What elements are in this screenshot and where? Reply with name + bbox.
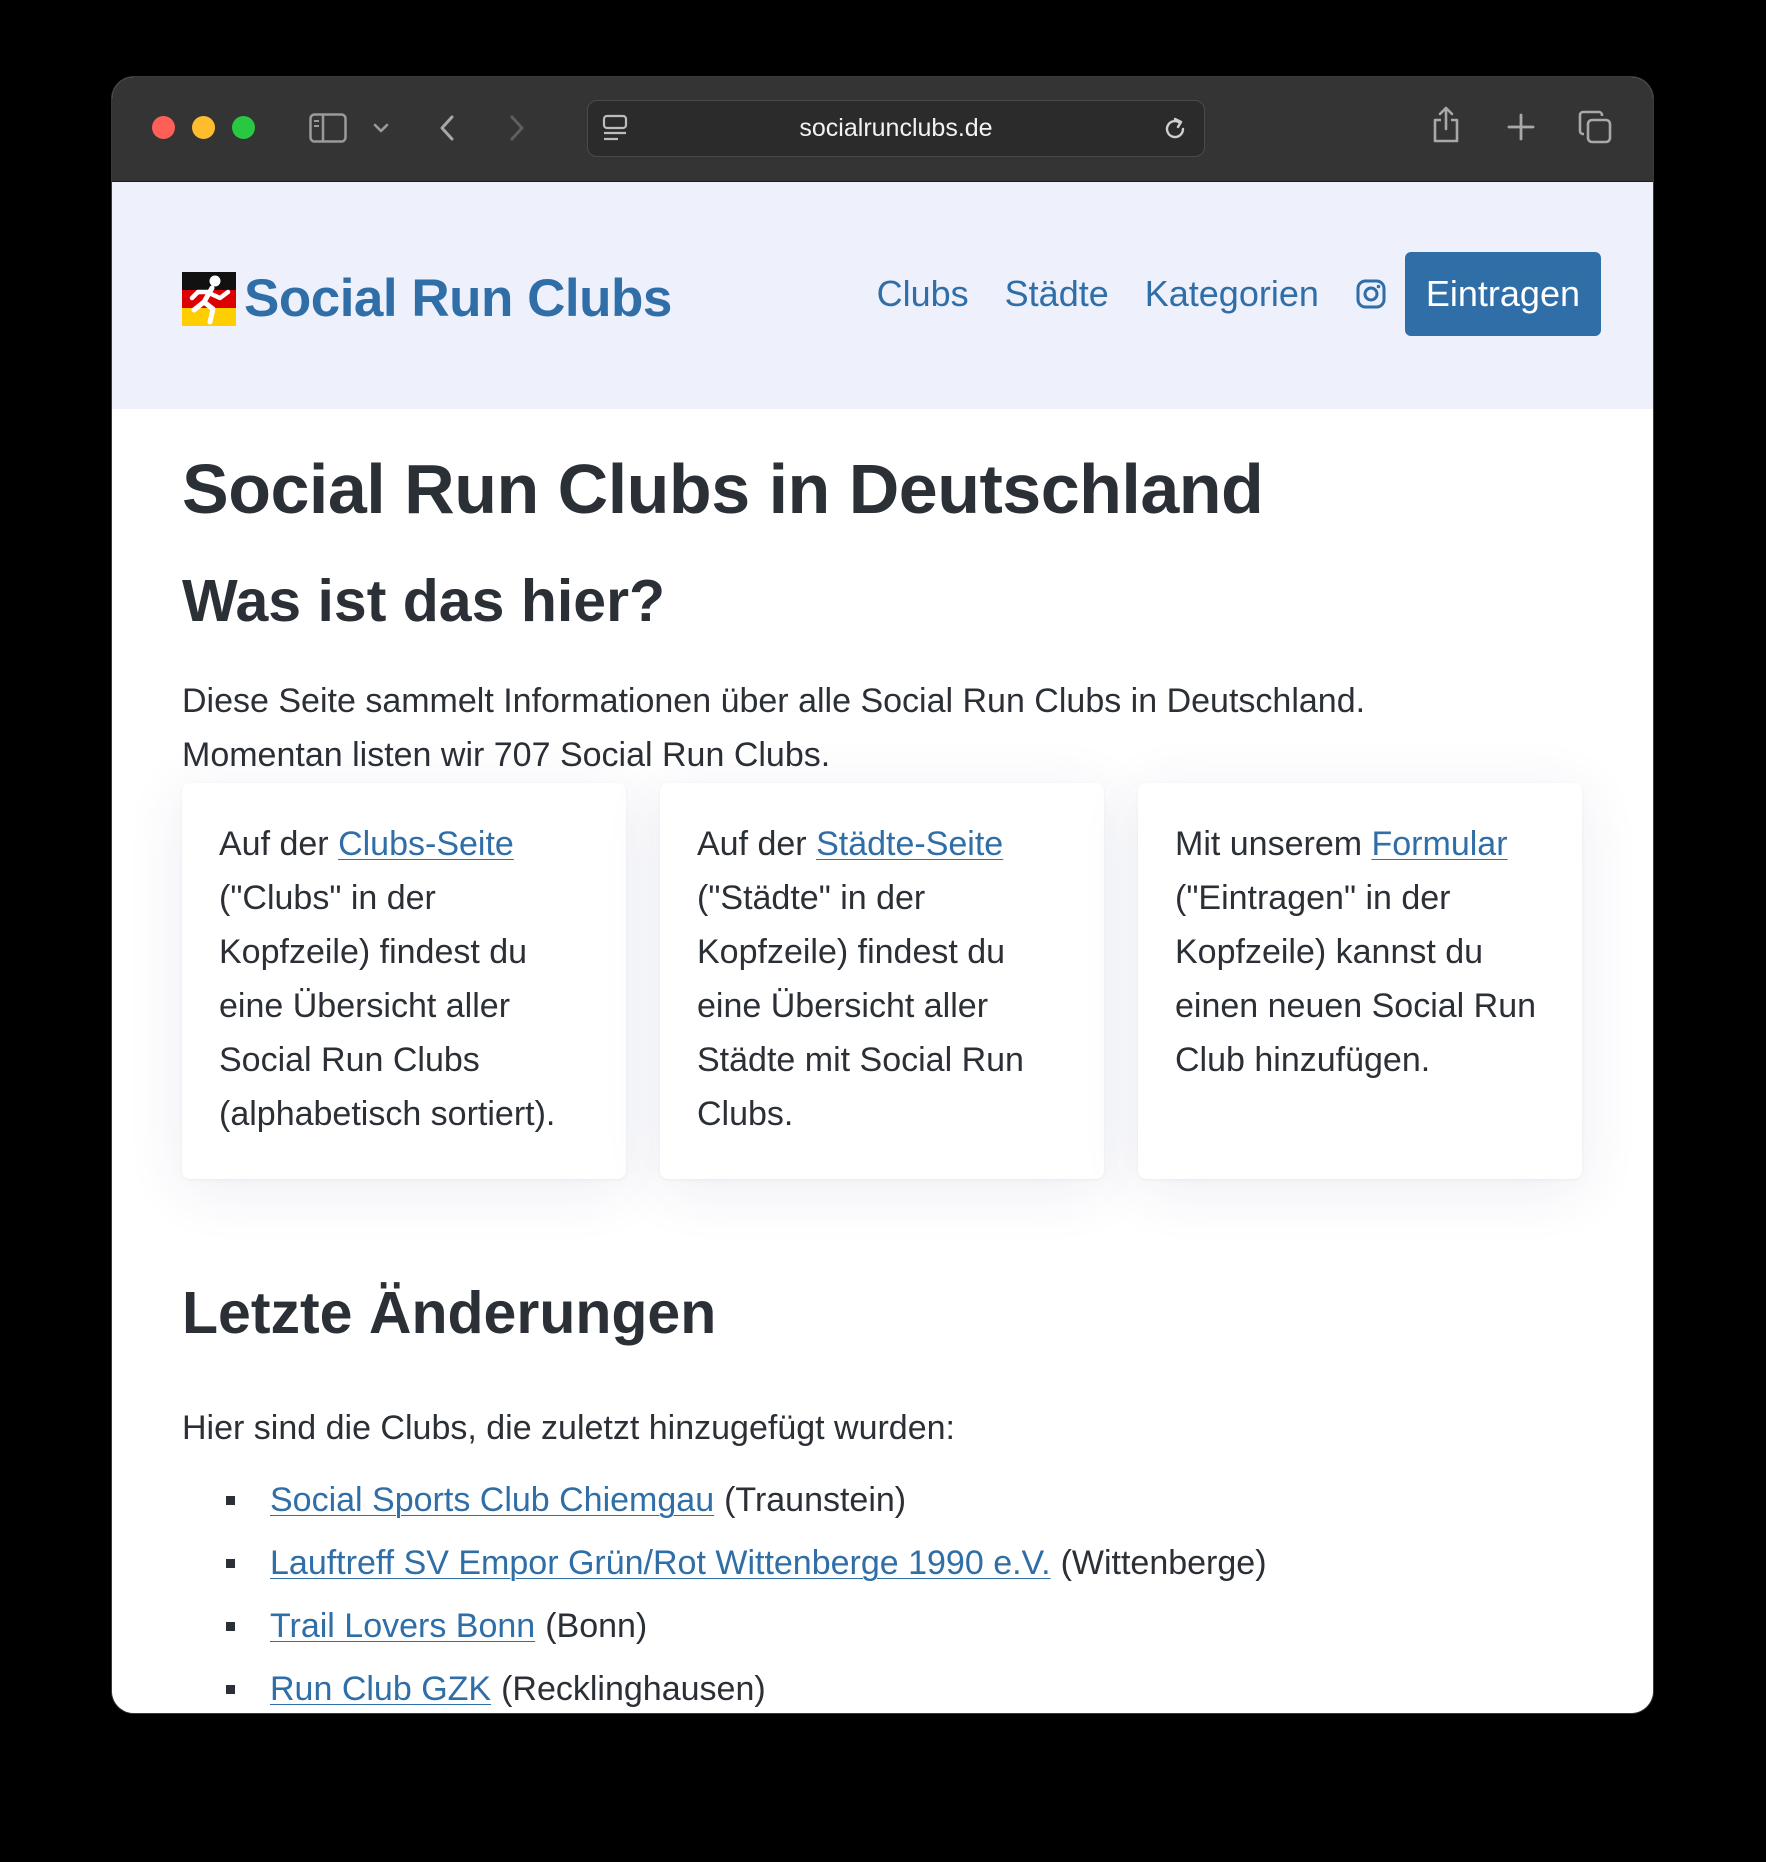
info-cards: Auf der Clubs-Seite ("Clubs" in der Kopf… (182, 783, 1582, 1179)
bullet (226, 1622, 235, 1631)
club-link[interactable]: Trail Lovers Bonn (270, 1595, 535, 1658)
list-item: Trail Lovers Bonn (Bonn) (182, 1595, 1267, 1658)
info-card-clubs: Auf der Clubs-Seite ("Clubs" in der Kopf… (182, 783, 626, 1179)
reload-icon[interactable] (1160, 114, 1190, 144)
latest-clubs-list: Social Sports Club Chiemgau (Traunstein) … (182, 1469, 1267, 1713)
address-bar[interactable]: socialrunclubs.de (587, 100, 1205, 157)
club-link[interactable]: Run Club GZK (270, 1658, 491, 1713)
bullet (226, 1496, 235, 1505)
card-text: ("Städte" in der Kopfzeile) findest du e… (697, 879, 1024, 1133)
latest-intro: Hier sind die Clubs, die zuletzt hinzuge… (182, 1409, 955, 1447)
new-tab-icon[interactable] (1505, 111, 1537, 143)
card-text: Auf der (219, 825, 339, 863)
clubs-page-link[interactable]: Clubs-Seite (338, 825, 514, 863)
list-item: Lauftreff SV Empor Grün/Rot Wittenberge … (182, 1532, 1267, 1595)
close-window-button[interactable] (152, 116, 175, 139)
club-city: (Wittenberge) (1060, 1544, 1267, 1582)
intro-text: Diese Seite sammelt Informationen über a… (182, 674, 1532, 782)
main-nav: Clubs Städte Kategorien Eintragen (877, 252, 1601, 336)
url-text[interactable]: socialrunclubs.de (588, 101, 1204, 156)
staedte-page-link[interactable]: Städte-Seite (816, 825, 1003, 863)
latest-heading: Letzte Änderungen (182, 1280, 717, 1346)
tab-overview-icon[interactable] (1577, 109, 1613, 145)
site-header: Social Run Clubs Clubs Städte Kategorien… (112, 182, 1653, 409)
page-title: Social Run Clubs in Deutschland (182, 450, 1264, 528)
card-text: Auf der (697, 825, 817, 863)
browser-window: socialrunclubs.de Social Run Clubs Clubs… (112, 77, 1653, 1713)
zoom-window-button[interactable] (232, 116, 255, 139)
club-link[interactable]: Social Sports Club Chiemgau (270, 1469, 714, 1532)
minimize-window-button[interactable] (192, 116, 215, 139)
nav-clubs[interactable]: Clubs (877, 273, 969, 315)
browser-toolbar: socialrunclubs.de (112, 77, 1653, 182)
list-item: Social Sports Club Chiemgau (Traunstein) (182, 1469, 1267, 1532)
brand-name: Social Run Clubs (244, 269, 672, 328)
web-page: Social Run Clubs Clubs Städte Kategorien… (112, 182, 1653, 1713)
list-item: Run Club GZK (Recklinghausen) (182, 1658, 1267, 1713)
intro-line-1: Diese Seite sammelt Informationen über a… (182, 682, 1366, 720)
bullet (226, 1559, 235, 1568)
club-city: (Bonn) (545, 1607, 648, 1645)
eintragen-button[interactable]: Eintragen (1404, 252, 1601, 336)
share-icon[interactable] (1429, 103, 1463, 147)
chevron-down-icon[interactable] (370, 115, 392, 141)
back-icon[interactable] (434, 111, 460, 145)
forward-icon[interactable] (504, 111, 530, 145)
nav-staedte[interactable]: Städte (1005, 273, 1109, 315)
sidebar-icon[interactable] (308, 111, 348, 145)
card-text: ("Eintragen" in der Kopfzeile) kannst du… (1175, 879, 1537, 1079)
info-card-staedte: Auf der Städte-Seite ("Städte" in der Ko… (660, 783, 1104, 1179)
card-text: Mit unserem (1175, 825, 1372, 863)
intro-line-2: Momentan listen wir 707 Social Run Clubs… (182, 736, 831, 774)
info-card-formular: Mit unserem Formular ("Eintragen" in der… (1138, 783, 1582, 1179)
nav-kategorien[interactable]: Kategorien (1145, 273, 1319, 315)
about-heading: Was ist das hier? (182, 568, 666, 634)
card-text: ("Clubs" in der Kopfzeile) findest du ei… (219, 879, 556, 1133)
formular-link[interactable]: Formular (1372, 825, 1508, 863)
brand-link[interactable]: Social Run Clubs (182, 268, 672, 329)
instagram-icon[interactable] (1355, 278, 1387, 310)
club-link[interactable]: Lauftreff SV Empor Grün/Rot Wittenberge … (270, 1532, 1051, 1595)
runner-flag-icon (182, 271, 236, 326)
club-city: (Traunstein) (724, 1481, 907, 1519)
bullet (226, 1685, 235, 1694)
club-city: (Recklinghausen) (501, 1670, 766, 1708)
